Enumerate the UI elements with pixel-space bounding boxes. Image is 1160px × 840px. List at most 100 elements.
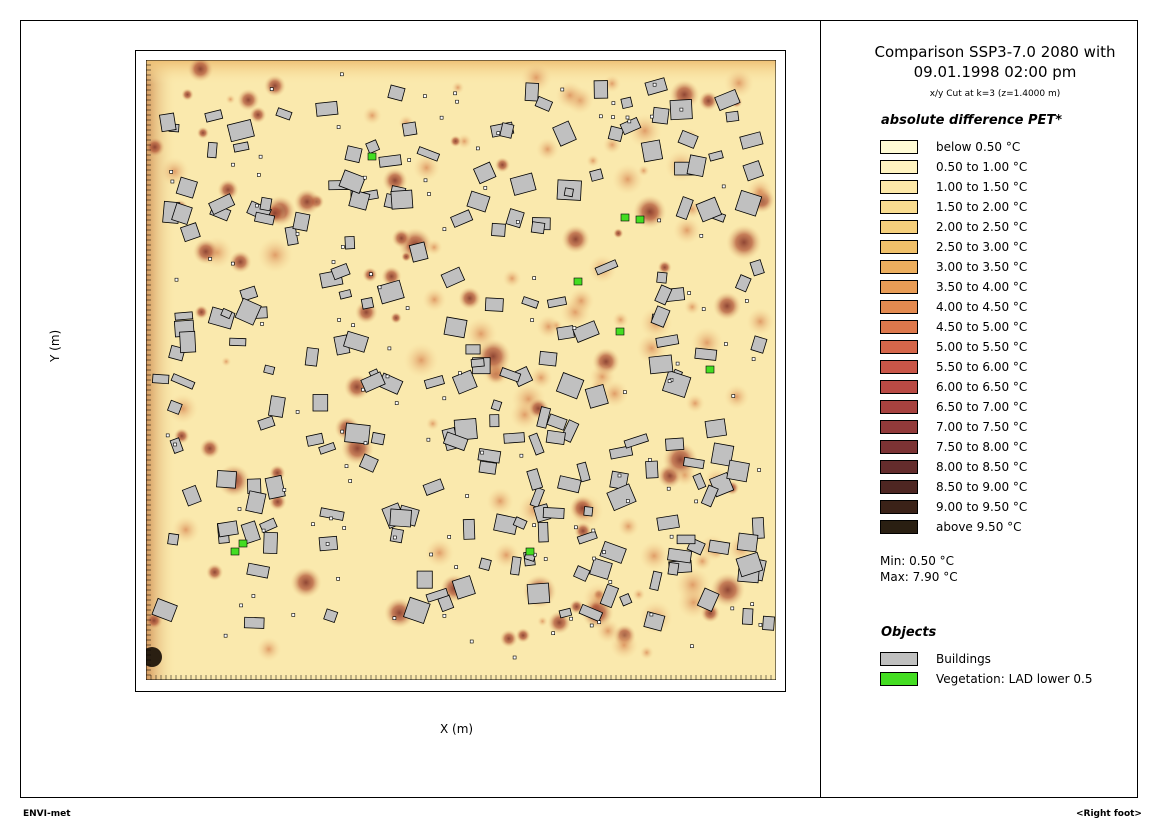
- building: [159, 112, 177, 133]
- small-object: [480, 450, 484, 455]
- legend-label: 4.00 to 4.50 °C: [936, 300, 1028, 314]
- vegetation-patch: [620, 213, 630, 222]
- max-value: Max: 7.90 °C: [880, 570, 958, 584]
- small-object: [336, 576, 340, 581]
- small-object: [260, 322, 264, 326]
- object-swatch: [880, 672, 918, 686]
- small-object: [311, 522, 315, 527]
- small-object: [442, 227, 447, 231]
- heat-spot: [746, 307, 775, 336]
- small-object: [592, 556, 596, 561]
- building: [478, 557, 492, 571]
- small-object: [377, 285, 382, 290]
- small-object: [442, 396, 447, 401]
- building: [524, 82, 540, 102]
- small-object: [329, 516, 333, 521]
- legend-label: 6.50 to 7.00 °C: [936, 400, 1028, 414]
- small-object: [690, 644, 694, 649]
- small-object: [363, 175, 367, 180]
- vegetation-patch: [525, 547, 535, 556]
- heat-spot: [199, 438, 220, 459]
- small-object: [237, 507, 242, 511]
- small-object: [170, 179, 175, 184]
- heat-spot: [290, 566, 322, 599]
- small-object: [393, 535, 397, 540]
- vegetation-patch: [367, 152, 377, 161]
- building: [563, 187, 574, 198]
- building: [389, 508, 412, 528]
- small-object: [344, 464, 349, 469]
- small-object: [369, 272, 373, 276]
- small-object: [257, 173, 261, 177]
- heat-spot: [536, 137, 560, 161]
- objects-title: Objects: [881, 625, 937, 640]
- heat-spot: [555, 81, 585, 110]
- small-object: [530, 318, 534, 322]
- small-object: [597, 620, 602, 625]
- small-object: [617, 473, 622, 478]
- building: [370, 431, 386, 446]
- building: [378, 154, 402, 168]
- small-object: [515, 220, 520, 224]
- legend-swatch: [880, 380, 918, 394]
- vegetation-patch: [635, 215, 645, 224]
- building: [216, 470, 237, 489]
- small-object: [532, 276, 537, 280]
- small-object: [611, 115, 615, 119]
- small-object: [165, 433, 170, 438]
- heat-spot: [561, 224, 590, 254]
- small-object: [666, 486, 671, 491]
- heat-spot: [612, 311, 629, 328]
- heat-spot: [192, 238, 219, 265]
- small-object: [551, 631, 556, 636]
- y-axis-label: Y (m): [48, 329, 62, 362]
- vegetation-patch: [615, 327, 625, 336]
- building: [593, 80, 609, 99]
- small-object: [429, 552, 433, 557]
- small-object: [649, 612, 654, 617]
- heat-spot: [494, 157, 511, 173]
- small-object: [261, 528, 266, 533]
- building: [243, 616, 265, 629]
- small-object: [454, 565, 459, 569]
- heat-spot: [237, 88, 260, 112]
- legend-label: 4.50 to 5.00 °C: [936, 320, 1028, 334]
- title-line-1: Comparison SSP3-7.0 2080 with: [874, 43, 1116, 61]
- building: [344, 145, 363, 164]
- small-object: [652, 82, 657, 87]
- legend-label: 1.00 to 1.50 °C: [936, 180, 1028, 194]
- small-object: [427, 192, 431, 196]
- small-object: [751, 357, 756, 361]
- legend-swatch: [880, 400, 918, 414]
- legend-title: absolute difference PET*: [881, 113, 1063, 128]
- building: [620, 96, 634, 110]
- heat-spot: [499, 629, 518, 648]
- building: [151, 373, 170, 385]
- legend-label: 5.00 to 5.50 °C: [936, 340, 1028, 354]
- heat-spot: [403, 342, 439, 378]
- heat-spot: [639, 645, 654, 660]
- building: [664, 437, 685, 452]
- small-object: [325, 542, 330, 546]
- pet-difference-map: [146, 60, 776, 680]
- heat-spot: [698, 91, 719, 111]
- legend-label: 0.50 to 1.00 °C: [936, 160, 1028, 174]
- small-object: [251, 594, 256, 598]
- small-object: [724, 342, 728, 346]
- legend-label: 5.50 to 6.00 °C: [936, 360, 1028, 374]
- small-object: [623, 390, 627, 394]
- small-object: [483, 186, 488, 190]
- small-object: [392, 616, 397, 621]
- building: [651, 106, 670, 125]
- small-object: [331, 260, 336, 264]
- small-object: [625, 499, 630, 503]
- heat-spot: [263, 74, 286, 97]
- heat-spot: [632, 588, 646, 601]
- small-object: [405, 306, 410, 310]
- building: [725, 110, 740, 123]
- footer-left: ENVI-met: [23, 809, 71, 819]
- small-object: [657, 218, 662, 223]
- building: [344, 422, 371, 445]
- building: [312, 394, 329, 412]
- small-object: [394, 401, 399, 405]
